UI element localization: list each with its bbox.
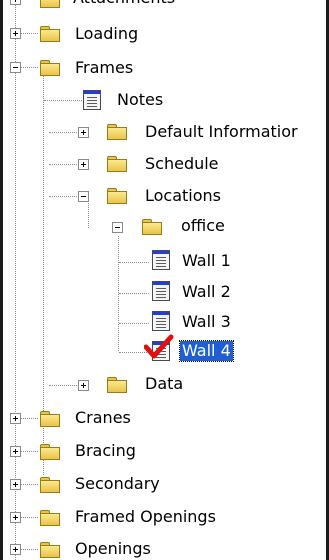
folder-icon xyxy=(40,510,60,526)
tree-connector xyxy=(119,323,149,324)
tree-connector xyxy=(21,484,38,485)
tree-item-bracing[interactable]: Bracing xyxy=(75,441,136,461)
folder-icon xyxy=(40,26,60,42)
folder-icon xyxy=(40,444,60,460)
tree-item-cranes[interactable]: Cranes xyxy=(75,408,131,428)
document-icon xyxy=(152,250,170,270)
folder-icon xyxy=(40,542,60,558)
tree-item-wall-3[interactable]: Wall 3 xyxy=(182,312,231,332)
tree-panel: Attachments Loading Frames Notes Default… xyxy=(0,0,329,560)
folder-icon xyxy=(107,124,127,140)
folder-icon xyxy=(107,377,127,393)
tree-connector xyxy=(21,451,38,452)
tree-item-wall-2[interactable]: Wall 2 xyxy=(182,282,231,302)
collapse-toggle-office[interactable] xyxy=(112,222,123,233)
collapse-toggle-frames[interactable] xyxy=(10,62,21,73)
project-tree: Attachments Loading Frames Notes Default… xyxy=(0,0,329,560)
expand-toggle-framed-openings[interactable] xyxy=(10,512,21,523)
document-icon xyxy=(152,281,170,301)
expand-toggle-schedule[interactable] xyxy=(78,159,89,170)
tree-item-data[interactable]: Data xyxy=(145,374,183,394)
tree-item-wall-1[interactable]: Wall 1 xyxy=(182,251,231,271)
tree-item-frames[interactable]: Frames xyxy=(75,58,133,78)
expand-toggle-secondary[interactable] xyxy=(10,479,21,490)
folder-icon xyxy=(40,0,60,8)
tree-connector xyxy=(119,293,149,294)
folder-icon xyxy=(40,411,60,427)
folder-icon xyxy=(107,156,127,172)
tree-item-default-information[interactable]: Default Informatior xyxy=(145,122,298,142)
tree-item-loading[interactable]: Loading xyxy=(75,24,138,44)
folder-open-icon xyxy=(107,188,127,204)
tree-item-schedule[interactable]: Schedule xyxy=(145,154,219,174)
tree-item-locations[interactable]: Locations xyxy=(145,186,221,206)
tree-item-notes[interactable]: Notes xyxy=(117,90,163,110)
folder-open-icon xyxy=(40,60,60,76)
tree-item-wall-4[interactable]: Wall 4 xyxy=(179,340,234,362)
tree-connector xyxy=(21,67,38,68)
expand-toggle-default-information[interactable] xyxy=(78,127,89,138)
tree-connector xyxy=(44,100,84,101)
expand-toggle-cranes[interactable] xyxy=(10,413,21,424)
tree-connector xyxy=(119,262,149,263)
tree-item-attachments[interactable]: Attachments xyxy=(73,0,175,8)
tree-connector xyxy=(21,33,38,34)
document-icon xyxy=(83,90,101,110)
tree-connector xyxy=(21,549,38,550)
tree-line-locations xyxy=(88,198,89,228)
tree-item-office[interactable]: office xyxy=(181,216,225,236)
tree-item-openings[interactable]: Openings xyxy=(75,539,151,559)
folder-open-icon xyxy=(142,219,162,235)
tree-connector xyxy=(21,517,38,518)
collapse-toggle-locations[interactable] xyxy=(78,191,89,202)
tree-item-secondary[interactable]: Secondary xyxy=(75,474,160,494)
expand-toggle-data[interactable] xyxy=(78,380,89,391)
folder-icon xyxy=(40,477,60,493)
red-check-icon xyxy=(144,334,174,359)
expand-toggle-openings[interactable] xyxy=(10,544,21,555)
expand-toggle-attachments[interactable] xyxy=(10,0,21,5)
tree-line-root xyxy=(15,0,16,560)
expand-toggle-loading[interactable] xyxy=(10,28,21,39)
expand-toggle-bracing[interactable] xyxy=(10,446,21,457)
tree-connector xyxy=(21,418,38,419)
tree-item-framed-openings[interactable]: Framed Openings xyxy=(75,507,216,527)
document-icon xyxy=(152,311,170,331)
